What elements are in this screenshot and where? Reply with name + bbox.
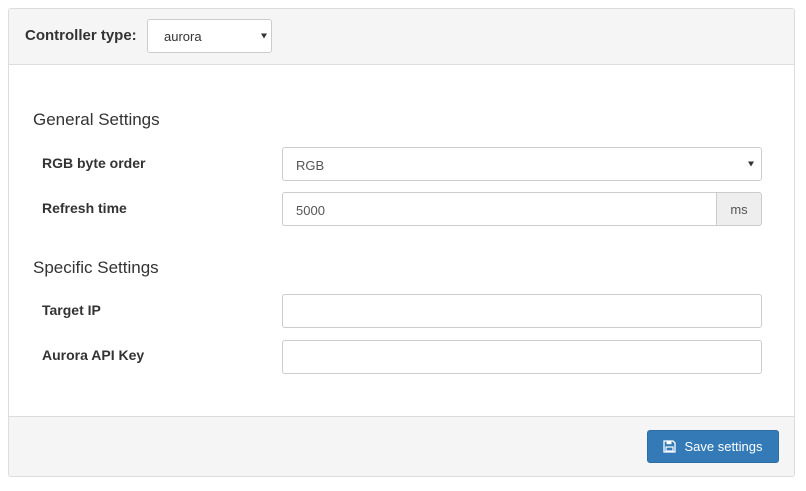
rgb-byte-order-value: RGB bbox=[296, 158, 325, 173]
refresh-time-group: 5000 ms bbox=[282, 192, 762, 226]
controller-type-label: Controller type: bbox=[25, 27, 137, 44]
target-ip-input[interactable] bbox=[282, 294, 762, 328]
caret-down-icon bbox=[748, 161, 754, 167]
floppy-disk-icon bbox=[663, 440, 677, 453]
aurora-api-key-label: Aurora API Key bbox=[42, 347, 145, 363]
general-settings-title: General Settings bbox=[33, 110, 160, 129]
target-ip-label: Target IP bbox=[42, 302, 101, 318]
refresh-time-label: Refresh time bbox=[42, 200, 127, 216]
settings-panel: Controller type: aurora General Settings… bbox=[8, 8, 795, 477]
panel-heading: Controller type: aurora bbox=[9, 9, 794, 65]
caret-down-icon bbox=[261, 33, 267, 39]
refresh-time-value: 5000 bbox=[296, 203, 325, 218]
panel-footer: Save settings bbox=[9, 416, 794, 476]
save-settings-button[interactable]: Save settings bbox=[647, 430, 779, 463]
save-settings-label: Save settings bbox=[684, 439, 763, 454]
controller-type-value: aurora bbox=[164, 29, 202, 44]
refresh-time-input[interactable]: 5000 bbox=[282, 192, 716, 226]
controller-type-select[interactable]: aurora bbox=[147, 19, 272, 53]
rgb-byte-order-label: RGB byte order bbox=[42, 155, 146, 171]
specific-settings-title: Specific Settings bbox=[33, 258, 159, 277]
rgb-byte-order-select[interactable]: RGB bbox=[282, 147, 762, 181]
aurora-api-key-input[interactable] bbox=[282, 340, 762, 374]
refresh-time-unit: ms bbox=[716, 192, 762, 226]
